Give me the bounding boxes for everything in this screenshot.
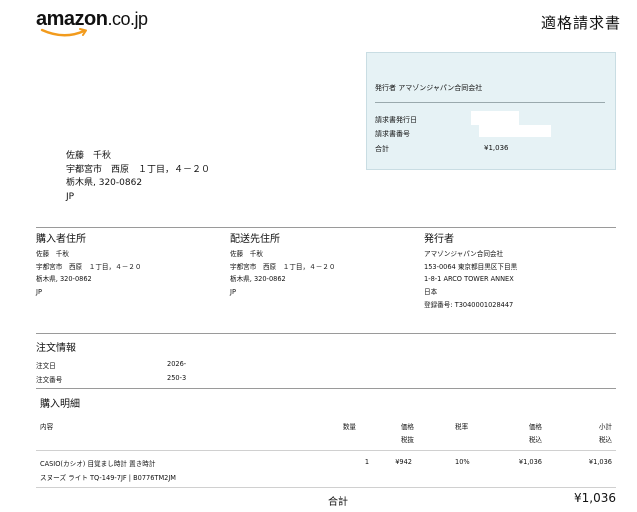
divider <box>36 333 616 334</box>
issuer-heading: 発行者 <box>424 234 454 245</box>
summary-total-value: ¥1,036 <box>484 144 509 152</box>
item-subtotal: ¥1,036 <box>588 458 612 466</box>
recipient-address: 佐藤 千秋 宇都宮市 西原 １丁目，４－２０ 栃木県, 320-0862 JP <box>66 150 210 204</box>
buyer-line: 栃木県, 320-0862 <box>36 275 92 284</box>
header-line: 税込 <box>598 436 612 444</box>
buyer-line: JP <box>36 288 42 297</box>
order-number-value: 250-3 <box>167 374 187 382</box>
column-header-tax-rate: 税率 <box>455 423 469 431</box>
shipping-address-heading: 配送先住所 <box>230 234 280 245</box>
header-line: 税込 <box>528 436 542 444</box>
issuer-line: 153-0064 東京都目黒区下目黒 <box>424 262 518 271</box>
recipient-country: JP <box>66 191 75 202</box>
recipient-line2: 栃木県, 320-0862 <box>66 178 143 188</box>
item-description-line1: CASIO(カシオ) 目覚まし時計 置き時計 <box>40 460 156 468</box>
column-header-content: 内容 <box>40 423 54 431</box>
logo-tld-text: .co.jp <box>107 9 148 29</box>
amazon-smile-icon <box>40 28 87 37</box>
issuer-line: 日本 <box>424 288 438 297</box>
total-label: 合計 <box>328 497 348 508</box>
summary-total-label: 合計 <box>375 145 389 153</box>
divider <box>36 388 616 389</box>
amazon-logo: amazon.co.jp <box>36 8 148 30</box>
redaction-block <box>471 111 519 125</box>
divider <box>36 487 616 488</box>
column-header-price-inc-tax: 価格 税込 <box>506 421 542 447</box>
column-header-price-ex-tax: 価格 税抜 <box>380 421 414 447</box>
item-quantity: 1 <box>364 458 370 466</box>
item-price-ex-tax: ¥942 <box>395 458 412 466</box>
buyer-address-heading: 購入者住所 <box>36 234 86 245</box>
logo-main-text: amazon <box>36 8 108 30</box>
order-number-label: 注文番号 <box>36 376 63 384</box>
shipping-line: 宇都宮市 西原 １丁目，４－２０ <box>230 262 336 271</box>
issuer-registration: 登録番号: T3040001028447 <box>424 300 514 309</box>
total-value: ¥1,036 <box>574 491 616 505</box>
buyer-line: 宇都宮市 西原 １丁目，４－２０ <box>36 262 142 271</box>
item-tax-rate: 10% <box>455 458 470 466</box>
purchase-details-title: 購入明細 <box>40 399 80 410</box>
buyer-address: 購入者住所 佐藤 千秋 宇都宮市 西原 １丁目，４－２０ 栃木県, 320-08… <box>36 233 142 299</box>
divider <box>36 450 616 451</box>
summary-issue-date-label: 請求書発行日 <box>375 116 417 124</box>
header-line: 価格 <box>400 423 414 431</box>
invoice-summary-box: 発行者 アマゾンジャパン合同会社 請求書発行日 請求書番号 合計 ¥1,036 <box>366 52 616 170</box>
item-description-line2: スヌーズ ライト TQ-149-7JF | B0776TM2JM <box>40 474 176 482</box>
shipping-address: 配送先住所 佐藤 千秋 宇都宮市 西原 １丁目，４－２０ 栃木県, 320-08… <box>230 233 336 299</box>
order-date-label: 注文日 <box>36 362 56 370</box>
shipping-line: 栃木県, 320-0862 <box>230 275 286 284</box>
shipping-line: JP <box>230 288 236 297</box>
shipping-line: 佐藤 千秋 <box>230 250 263 258</box>
recipient-name: 佐藤 千秋 <box>66 151 112 161</box>
column-header-subtotal: 小計 税込 <box>578 421 612 447</box>
item-price-inc-tax: ¥1,036 <box>518 458 542 466</box>
document-title: 適格請求書 <box>540 14 621 32</box>
header-line: 小計 <box>598 423 612 431</box>
summary-divider <box>375 102 605 103</box>
recipient-line1: 宇都宮市 西原 １丁目，４－２０ <box>66 164 211 175</box>
header-line: 税抜 <box>400 436 414 444</box>
order-date-value: 2026- <box>167 360 187 368</box>
divider <box>36 227 616 228</box>
column-header-quantity: 数量 <box>342 423 356 431</box>
header-line: 価格 <box>528 423 542 431</box>
buyer-line: 佐藤 千秋 <box>36 250 69 258</box>
issuer-line: アマゾンジャパン合同会社 <box>424 250 504 258</box>
summary-invoice-number-label: 請求書番号 <box>375 130 410 138</box>
issuer-line: 1-8-1 ARCO TOWER ANNEX <box>424 275 514 284</box>
redaction-block <box>479 125 551 137</box>
summary-issuer: 発行者 アマゾンジャパン合同会社 <box>375 84 483 92</box>
order-info-title: 注文情報 <box>36 343 76 354</box>
issuer-details: 発行者 アマゾンジャパン合同会社 153-0064 東京都目黒区下目黒 1-8-… <box>424 233 517 312</box>
